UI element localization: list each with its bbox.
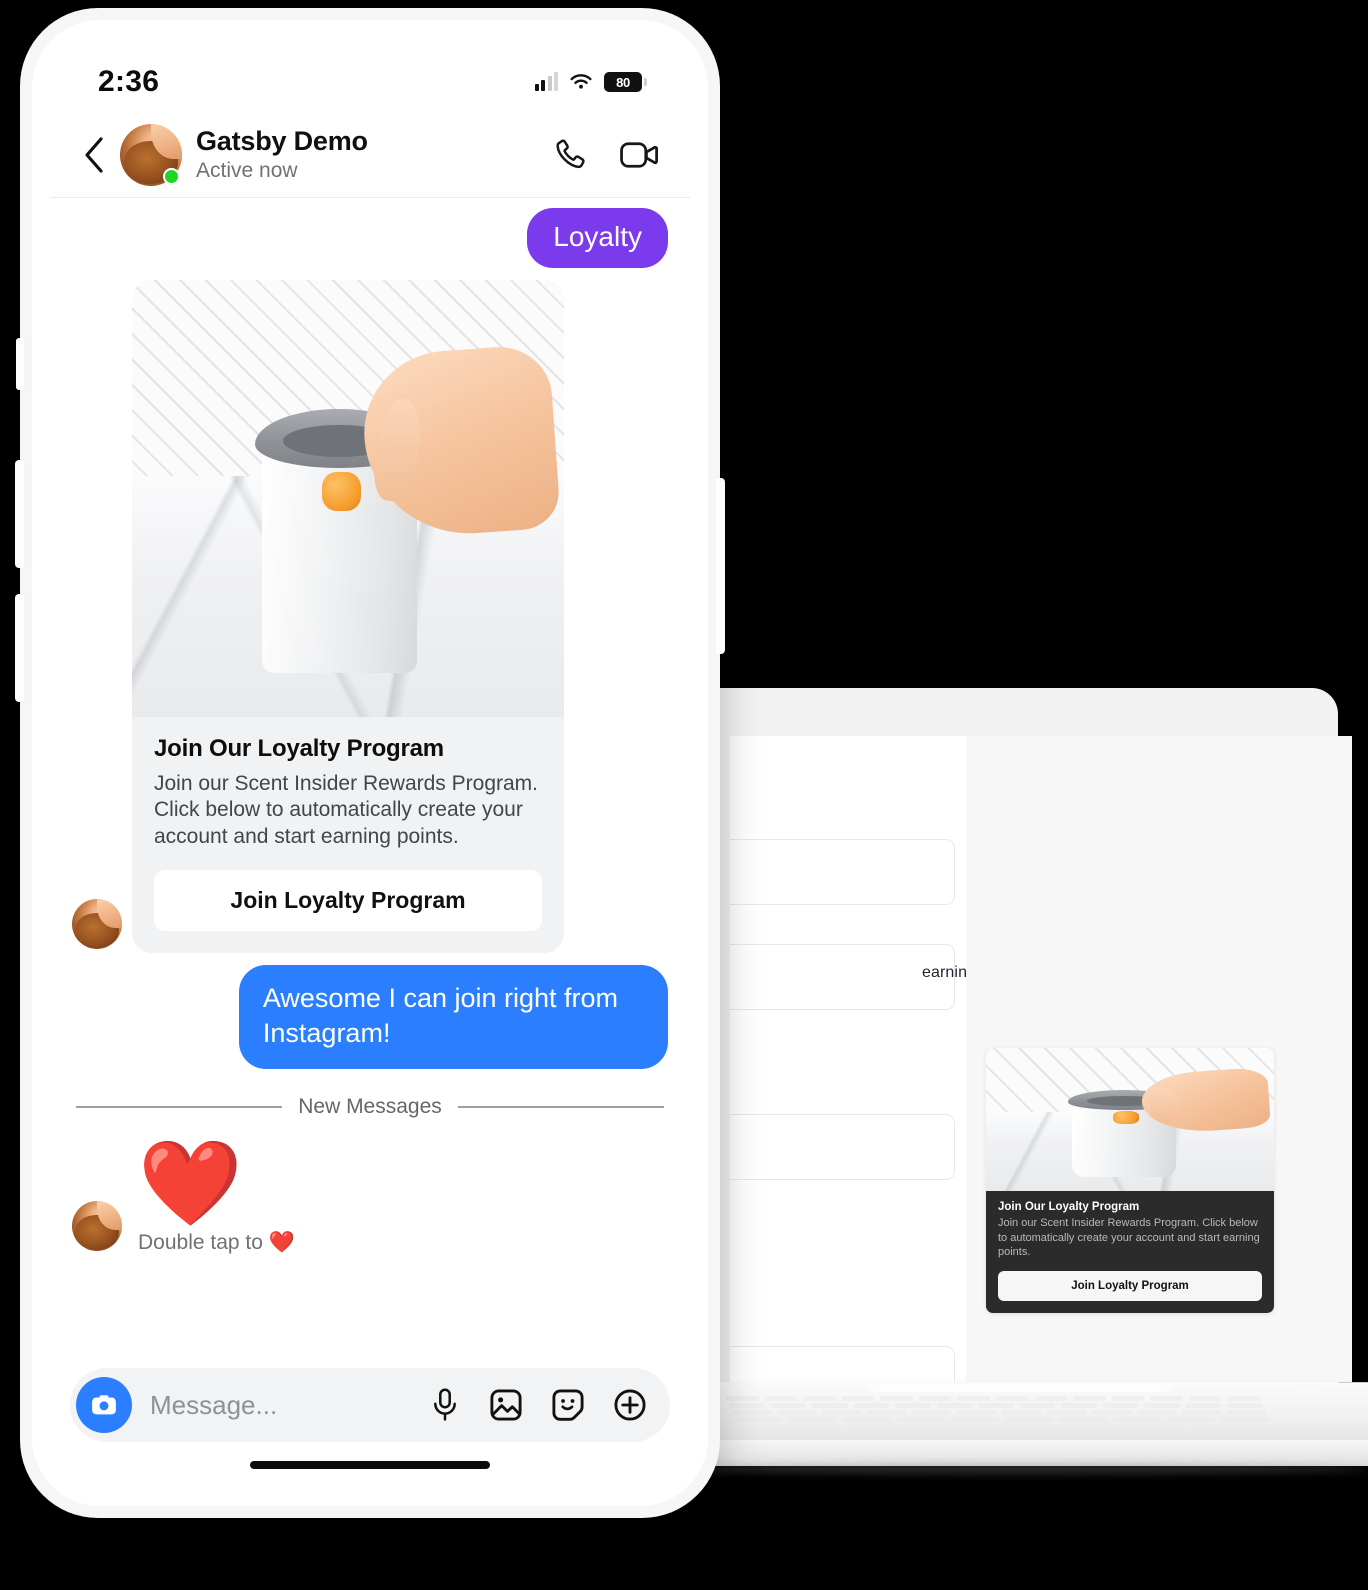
- laptop-form-field[interactable]: [730, 839, 955, 905]
- chat-header: Gatsby Demo Active now: [50, 112, 690, 198]
- camera-icon: [92, 1395, 116, 1415]
- phone-call-icon[interactable]: [550, 135, 590, 175]
- quick-reply-bubble[interactable]: Loyalty: [527, 208, 668, 268]
- laptop-form-panel: earning points.: [730, 736, 1028, 1382]
- laptop-card-body: Join Our Loyalty Program Join our Scent …: [986, 1191, 1274, 1313]
- laptop-card-image: [986, 1048, 1274, 1191]
- phone-screen: 2:36 80 Gatsby Demo Active now Loyalty J…: [50, 38, 690, 1488]
- laptop-preview-pane: Join Our Loyalty Program Join our Scent …: [966, 736, 1352, 1382]
- wifi-icon: [570, 74, 592, 89]
- message-row-quick-reply: Loyalty: [72, 208, 668, 268]
- cellular-bars-icon: [534, 72, 558, 91]
- reaction-column: ❤️ Double tap to ❤️: [134, 1141, 295, 1255]
- laptop-shadow: [670, 1464, 1368, 1474]
- volume-up-button[interactable]: [15, 460, 24, 568]
- laptop-card-description: Join our Scent Insider Rewards Program. …: [998, 1217, 1260, 1259]
- sticker-smiley-icon[interactable]: [550, 1387, 586, 1423]
- video-camera-icon[interactable]: [618, 134, 660, 176]
- avatar[interactable]: [120, 123, 182, 186]
- back-button[interactable]: [68, 136, 120, 174]
- silent-switch-button[interactable]: [16, 338, 24, 390]
- template-card: Join Our Loyalty Program Join our Scent …: [132, 279, 564, 953]
- chat-header-text[interactable]: Gatsby Demo Active now: [196, 126, 550, 183]
- heart-emoji-icon[interactable]: ❤️: [138, 1141, 295, 1225]
- message-list[interactable]: Loyalty Join Our Loyalty Program Join ou…: [50, 198, 690, 1362]
- home-indicator: [50, 1442, 690, 1488]
- message-row-outgoing-text: Awesome I can join right from Instagram!: [72, 964, 668, 1070]
- phone-mockup: 2:36 80 Gatsby Demo Active now Loyalty J…: [15, 8, 725, 1518]
- composer-actions: [428, 1387, 648, 1423]
- laptop-form-field[interactable]: [730, 1346, 955, 1382]
- message-input[interactable]: Message...: [132, 1390, 428, 1421]
- message-composer: Message...: [70, 1368, 670, 1442]
- double-tap-hint: Double tap to ❤️: [138, 1231, 295, 1255]
- template-card-title: Join Our Loyalty Program: [154, 734, 444, 762]
- status-bar: 2:36 80: [50, 38, 690, 112]
- template-card-body: Join Our Loyalty Program Join our Scent …: [132, 717, 564, 953]
- microphone-icon[interactable]: [428, 1387, 462, 1423]
- chat-header-actions: [550, 134, 668, 176]
- screenshot-stage: earning points.: [0, 0, 1368, 1590]
- divider-line-right: [457, 1106, 664, 1108]
- sender-avatar: [72, 898, 122, 949]
- template-card-image[interactable]: [132, 279, 564, 717]
- laptop-screen: earning points.: [730, 736, 1352, 1382]
- camera-button[interactable]: [76, 1377, 132, 1433]
- contact-name: Gatsby Demo: [196, 126, 368, 156]
- divider-label: New Messages: [298, 1095, 442, 1119]
- new-messages-divider: New Messages: [76, 1095, 664, 1119]
- message-row-template-card: Join Our Loyalty Program Join our Scent …: [72, 279, 668, 953]
- image-gallery-icon[interactable]: [488, 1387, 524, 1423]
- laptop-card-title: Join Our Loyalty Program: [998, 1201, 1140, 1213]
- laptop-preview-card: Join Our Loyalty Program Join our Scent …: [986, 1048, 1274, 1314]
- divider-line-left: [76, 1106, 283, 1108]
- status-bar-indicators: 80: [534, 72, 647, 92]
- laptop-front-edge: [642, 1440, 1368, 1466]
- laptop-keyboard: [726, 1396, 1286, 1426]
- phone-bezel: 2:36 80 Gatsby Demo Active now Loyalty J…: [32, 20, 708, 1506]
- plus-circle-icon[interactable]: [612, 1387, 648, 1423]
- laptop-hinge: [870, 1384, 1170, 1392]
- template-card-description: Join our Scent Insider Rewards Program. …: [154, 771, 538, 848]
- sender-avatar: [72, 1201, 122, 1252]
- laptop-mockup: earning points.: [642, 688, 1368, 1518]
- laptop-form-field[interactable]: [730, 1114, 955, 1180]
- join-loyalty-program-button[interactable]: Join Loyalty Program: [154, 869, 542, 931]
- laptop-lid: earning points.: [688, 688, 1352, 1388]
- message-row-reaction: ❤️ Double tap to ❤️: [72, 1141, 668, 1255]
- chevron-left-icon: [85, 136, 103, 173]
- volume-down-button[interactable]: [15, 594, 24, 702]
- battery-icon: 80: [604, 72, 647, 92]
- status-bar-clock: 2:36: [98, 65, 160, 98]
- home-indicator-bar[interactable]: [250, 1461, 490, 1469]
- laptop-card-join-button[interactable]: Join Loyalty Program: [998, 1271, 1262, 1302]
- power-button[interactable]: [716, 478, 725, 654]
- battery-level-text: 80: [616, 74, 630, 90]
- contact-status: Active now: [196, 159, 298, 182]
- online-status-dot: [163, 167, 180, 185]
- outgoing-message-bubble[interactable]: Awesome I can join right from Instagram!: [238, 964, 668, 1070]
